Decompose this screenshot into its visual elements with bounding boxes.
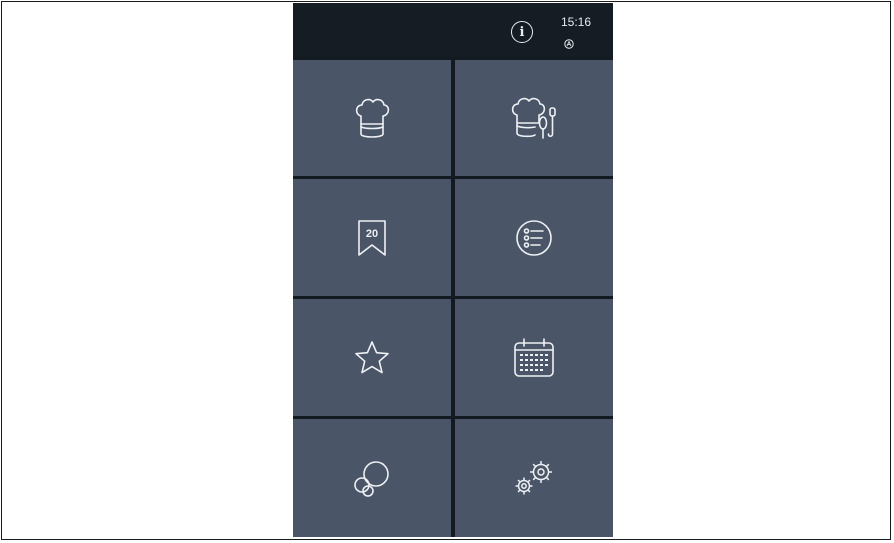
status-icon — [564, 39, 574, 49]
chef-hat-icon — [355, 98, 390, 138]
chef-hat-utensils-icon — [511, 97, 556, 139]
tile-list[interactable] — [455, 179, 613, 296]
list-icon — [516, 219, 552, 256]
tile-bookmark-20[interactable]: 20 — [293, 179, 451, 296]
tile-chef-hat[interactable] — [293, 60, 451, 176]
star-icon — [355, 340, 389, 373]
calendar-icon — [514, 337, 554, 377]
tile-bubbles[interactable] — [293, 419, 451, 537]
tile-favorites[interactable] — [293, 299, 451, 416]
bookmark-20-icon: 20 — [358, 219, 386, 256]
tile-settings[interactable] — [455, 419, 613, 537]
bubbles-icon — [354, 461, 389, 497]
bookmark-number: 20 — [366, 228, 378, 240]
gears-icon — [515, 461, 552, 495]
tile-chef-hat-utensils[interactable] — [455, 60, 613, 176]
tile-calendar[interactable] — [455, 299, 613, 416]
device-screen: i 15:16 20 — [293, 3, 613, 537]
main-menu-grid: 20 — [293, 57, 613, 537]
status-bar: i 15:16 — [293, 3, 613, 57]
clock-time: 15:16 — [561, 15, 592, 29]
info-icon[interactable]: i — [511, 21, 533, 43]
